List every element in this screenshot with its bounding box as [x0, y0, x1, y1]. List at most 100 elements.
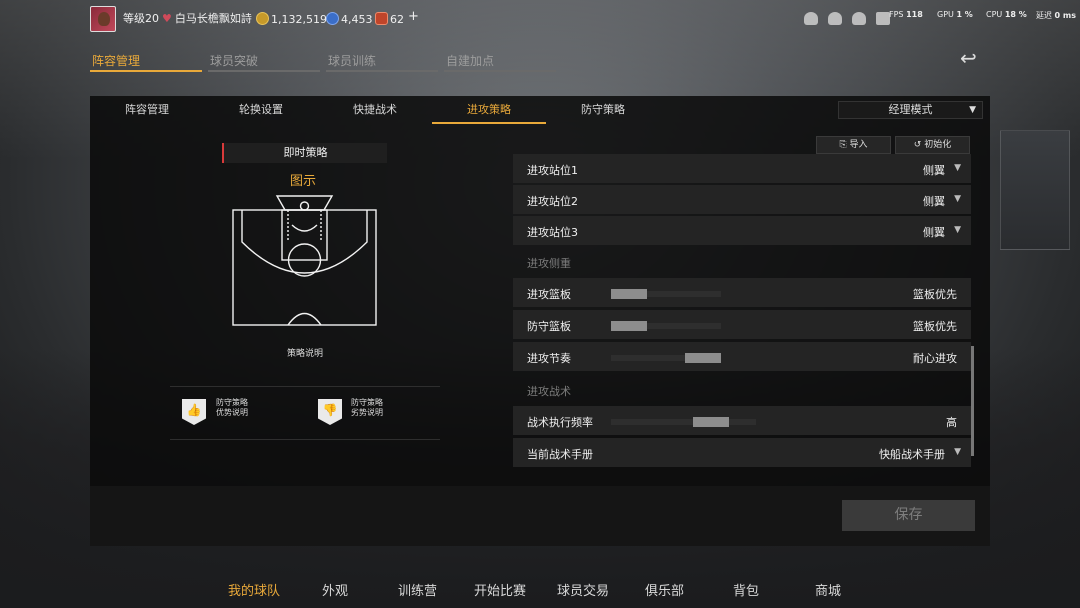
caret-down-icon: ▼ [954, 225, 961, 235]
row-label: 防守篮板 [527, 320, 571, 333]
slider-thumb[interactable] [693, 417, 729, 427]
position-row-2[interactable]: 进攻站位2 侧翼 ▼ [513, 185, 971, 214]
con-subtitle: 劣势说明 [351, 408, 383, 417]
nav-backpack[interactable]: 背包 [733, 580, 759, 599]
import-icon: ⎘ [839, 140, 847, 150]
points-amount: 4,453 [341, 13, 373, 26]
con-title: 防守策略 [351, 398, 383, 407]
slider-thumb[interactable] [611, 289, 647, 299]
nav-shop[interactable]: 商城 [815, 580, 841, 599]
subtab-offense[interactable]: 进攻策略 [432, 96, 546, 124]
mode-select[interactable]: 经理模式 ▼ [838, 101, 983, 119]
nav-club[interactable]: 俱乐部 [645, 580, 684, 599]
row-label: 进攻节奏 [527, 352, 571, 365]
row-value: 篮板优先 [913, 288, 957, 301]
import-label: 导入 [849, 140, 868, 150]
nav-trade[interactable]: 球员交易 [557, 580, 609, 599]
subtab-lineup[interactable]: 阵容管理 [90, 96, 204, 124]
bell-icon[interactable] [828, 12, 842, 25]
gold-coin-icon [256, 12, 269, 25]
tab-lineup[interactable]: 阵容管理 [90, 50, 202, 72]
slider-thumb[interactable] [685, 353, 721, 363]
sub-tabs: 阵容管理 轮换设置 快捷战术 进攻策略 防守策略 [90, 96, 660, 124]
main-tabs: 阵容管理 球员突破 球员训练 自建加点 [90, 50, 556, 72]
position-row-1[interactable]: 进攻站位1 侧翼 ▼ [513, 154, 971, 183]
add-currency-button[interactable]: + [408, 10, 419, 24]
player-avatar[interactable] [90, 6, 116, 32]
reset-button[interactable]: ↺ 初始化 [895, 136, 970, 154]
nav-training-camp[interactable]: 训练营 [398, 580, 437, 599]
latency-readout: 延迟 0 ms [1036, 11, 1076, 20]
cpu-readout: CPU 18 % [986, 10, 1027, 19]
subtab-defense[interactable]: 防守策略 [546, 96, 660, 124]
row-label: 当前战术手册 [527, 448, 593, 461]
court-outline [232, 209, 377, 326]
tempo-row: 进攻节奏 耐心进攻 [513, 342, 971, 371]
profile-icon[interactable] [804, 12, 818, 25]
top-status-bar: 等级20 ♥ 白马长檐飘如詩 1,132,519 4,453 62 + FPS 1… [0, 0, 1080, 38]
pro-subtitle: 优势说明 [216, 408, 248, 417]
friends-icon[interactable] [852, 12, 866, 25]
tempo-slider[interactable] [611, 353, 721, 363]
settings-scrollbar[interactable] [971, 346, 974, 456]
caret-down-icon: ▼ [969, 105, 976, 115]
heart-icon: ♥ [162, 12, 172, 25]
position-row-3[interactable]: 进攻站位3 侧翼 ▼ [513, 216, 971, 245]
video-icon[interactable] [876, 12, 890, 25]
nav-start-game[interactable]: 开始比赛 [474, 580, 526, 599]
gpu-readout: GPU 1 % [937, 10, 973, 19]
nav-my-team[interactable]: 我的球队 [228, 580, 280, 599]
import-button[interactable]: ⎘ 导入 [816, 136, 891, 154]
row-value: 侧翼 [923, 226, 945, 239]
tactics-panel: 阵容管理 轮换设置 快捷战术 进攻策略 防守策略 经理模式 ▼ ⎘ 导入 ↺ 初… [90, 96, 990, 546]
fps-readout: FPS 118 [889, 10, 923, 19]
tickets-icon [375, 12, 388, 25]
tickets-amount: 62 [390, 13, 404, 26]
pro-explanation: 防守策略 优势说明 [216, 398, 248, 418]
gold-currency: 1,132,519 [256, 12, 327, 27]
points-icon [326, 12, 339, 25]
strategy-label: 即时策略 [222, 143, 387, 163]
back-arrow-icon[interactable]: ↩ [960, 48, 990, 68]
reset-label: 初始化 [924, 140, 952, 150]
nav-appearance[interactable]: 外观 [322, 580, 348, 599]
row-label: 进攻篮板 [527, 288, 571, 301]
defense-rebound-slider[interactable] [611, 321, 721, 331]
row-value: 篮板优先 [913, 320, 957, 333]
save-button[interactable]: 保存 [842, 500, 975, 531]
level-label: 等级20 [123, 12, 159, 25]
pro-title: 防守策略 [216, 398, 248, 407]
subtab-quick-tactics[interactable]: 快捷战术 [318, 96, 432, 124]
frequency-slider[interactable] [611, 417, 756, 427]
divider [170, 386, 440, 387]
offense-rebound-slider[interactable] [611, 289, 721, 299]
settings-list: 进攻站位1 侧翼 ▼ 进攻站位2 侧翼 ▼ 进攻站位3 侧翼 ▼ 进攻侧重 进攻… [513, 154, 973, 474]
section-tactics: 进攻战术 [527, 385, 571, 398]
row-value: 高 [946, 416, 957, 429]
tab-training[interactable]: 球员训练 [326, 50, 438, 72]
tickets-currency: 62 [375, 12, 404, 27]
slider-thumb[interactable] [611, 321, 647, 331]
offense-rebound-row: 进攻篮板 篮板优先 [513, 278, 971, 307]
frequency-row: 战术执行频率 高 [513, 406, 971, 435]
row-label: 战术执行频率 [527, 416, 593, 429]
tab-breakthrough[interactable]: 球员突破 [208, 50, 320, 72]
caret-down-icon: ▼ [954, 194, 961, 204]
team-name-text: 白马长檐飘如詩 [174, 12, 252, 25]
row-label: 进攻站位2 [527, 195, 578, 208]
bottom-nav: 我的球队 外观 训练营 开始比赛 球员交易 俱乐部 背包 商城 [0, 580, 1080, 602]
playbook-row[interactable]: 当前战术手册 快船战术手册 ▼ [513, 438, 971, 467]
thumbs-up-icon: 👍 [182, 399, 206, 425]
half-court-diagram [232, 195, 377, 326]
subtab-rotation[interactable]: 轮换设置 [204, 96, 318, 124]
strategy-description: 策略说明 [287, 349, 324, 359]
caret-down-icon: ▼ [954, 447, 961, 457]
reset-icon: ↺ [913, 140, 922, 150]
row-value: 快船战术手册 [879, 448, 945, 461]
diagram-title: 图示 [290, 174, 317, 189]
tab-custom-points[interactable]: 自建加点 [444, 50, 556, 72]
row-value: 耐心进攻 [913, 352, 957, 365]
mode-select-value: 经理模式 [888, 103, 933, 116]
divider [170, 439, 440, 440]
caret-down-icon: ▼ [954, 163, 961, 173]
